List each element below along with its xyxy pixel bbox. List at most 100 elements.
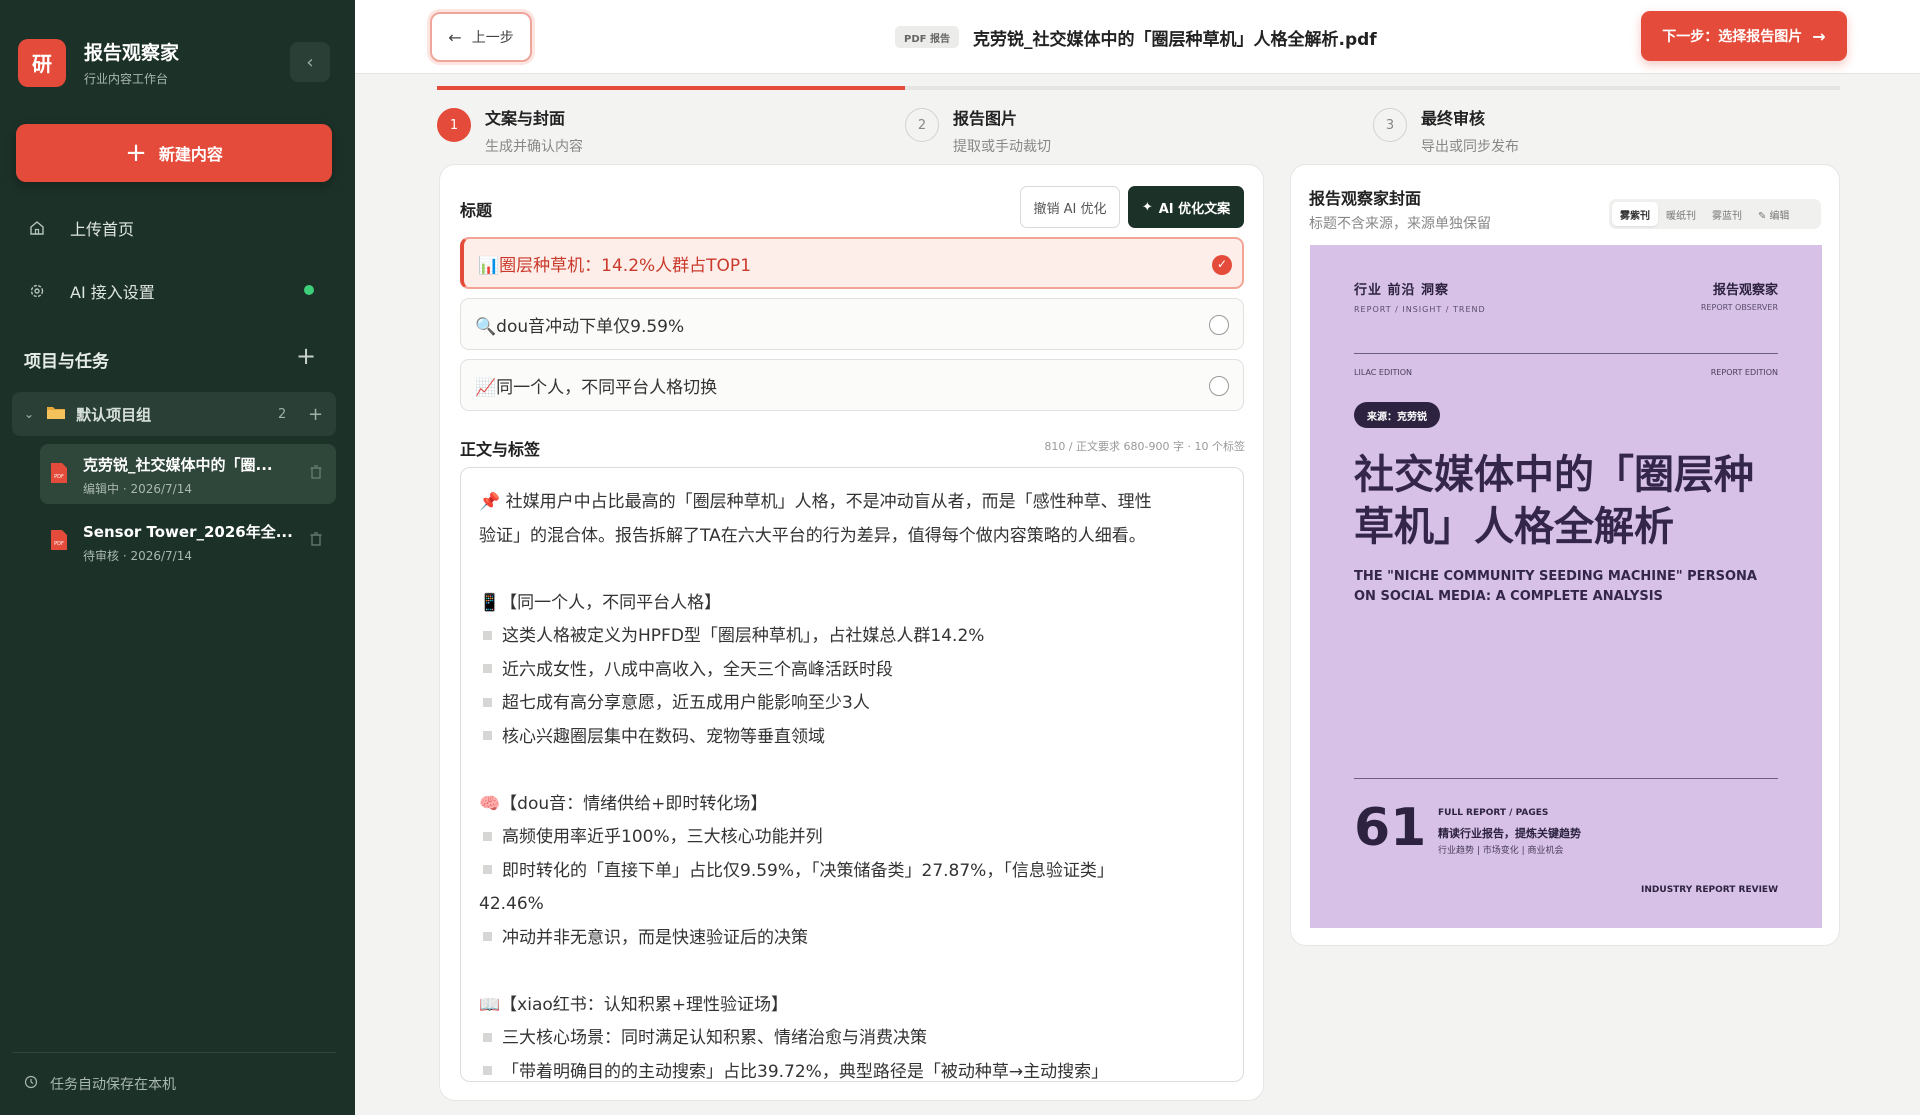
pdf-file-icon: PDF [50, 462, 68, 484]
body-bullet-line: 高频使用率近乎100%，三大核心功能并列 [479, 821, 1225, 855]
task-item[interactable]: PDF 克劳锐_社交媒体中的「圈... 编辑中 · 2026/7/14 [40, 444, 336, 504]
cover-edition-right: REPORT EDITION [1710, 368, 1778, 377]
theme-tab-lilac[interactable]: 雾紫刊 [1612, 202, 1658, 226]
body-line-text: 近六成女性，八成中高收入，全天三个高峰活跃时段 [502, 659, 893, 680]
back-button[interactable]: ← 上一步 [430, 12, 532, 62]
plus-icon: + [125, 138, 147, 168]
cover-panel-subtitle: 标题不含来源，来源单独保留 [1309, 216, 1491, 232]
trash-icon[interactable] [310, 531, 322, 550]
cover-preview-card: 报告观察家封面 标题不含来源，来源单独保留 雾紫刊 暖纸刊 雾蓝刊 ✎ 编辑 行… [1290, 164, 1840, 946]
cover-theme-tabs: 雾紫刊 暖纸刊 雾蓝刊 ✎ 编辑 [1609, 199, 1821, 229]
sidebar-divider [12, 1052, 336, 1053]
top-bar: ← 上一步 PDF 报告 克劳锐_社交媒体中的「圈层种草机」人格全解析.pdf … [355, 0, 1920, 74]
home-icon [28, 219, 46, 237]
task-item[interactable]: PDF Sensor Tower_2026年全... 待审核 · 2026/7/… [40, 511, 336, 571]
body-line-text: 三大核心场景：同时满足认知积累、情绪治愈与消费决策 [502, 1028, 927, 1048]
bullet-icon [483, 1032, 492, 1042]
nav-item-upload[interactable]: 上传首页 [28, 216, 134, 240]
svg-text:PDF: PDF [54, 474, 64, 480]
step-title: 最终审核 [1421, 109, 1486, 128]
nav-item-ai-settings[interactable]: AI 接入设置 [28, 279, 155, 303]
step-number: 3 [1373, 108, 1407, 142]
step-copy-cover[interactable]: 1 文案与封面 生成并确认内容 [437, 108, 583, 156]
project-group[interactable]: ⌄ 默认项目组 2 + [12, 392, 336, 436]
sidebar: 研 报告观察家 行业内容工作台 ‹ + 新建内容 上传首页 AI 接入设置 项目… [0, 0, 355, 1115]
body-line-text: 验证」的混合体。报告拆解了TA在六大平台的行为差异，值得每个做内容策略的人细看。 [479, 525, 1146, 546]
step-final-review[interactable]: 3 最终审核 导出或同步发布 [1373, 108, 1519, 156]
body-line-text: 超七成有高分享意愿，近五成用户能影响至少3人 [502, 693, 870, 713]
body-line-text: 📱【同一个人，不同平台人格】 [479, 592, 722, 613]
radio-icon[interactable] [1209, 376, 1229, 396]
add-project-button[interactable]: + [296, 344, 316, 368]
body-line [479, 955, 1225, 989]
cover-source-badge: 来源：克劳锐 [1354, 402, 1440, 428]
sparkle-icon: ✦ [1141, 199, 1153, 215]
body-line-text: 📖【xiao红书：认知积累+理性验证场】 [479, 994, 789, 1015]
radio-icon[interactable] [1209, 315, 1229, 335]
cover-tags-en: REPORT / INSIGHT / TREND [1354, 305, 1486, 314]
gear-icon [28, 282, 46, 300]
task-meta: 编辑中 · 2026/7/14 [83, 482, 192, 496]
cover-divider [1354, 778, 1778, 779]
task-title: 克劳锐_社交媒体中的「圈... [83, 456, 273, 474]
cover-page-count: 61 [1354, 798, 1427, 858]
body-line: 🧠【dou音：情绪供给+即时转化场】 [479, 788, 1225, 822]
trash-icon[interactable] [310, 464, 322, 483]
new-content-button[interactable]: + 新建内容 [16, 124, 332, 182]
body-bullet-line: 「带着明确目的的主动搜索」占比39.72%，典型路径是「被动种草→主动搜索」 [479, 1056, 1225, 1081]
ai-optimize-button[interactable]: ✦ AI 优化文案 [1128, 186, 1244, 228]
cover-review-label: INDUSTRY REPORT REVIEW [1641, 885, 1778, 895]
body-line: 📌 社媒用户中占比最高的「圈层种草机」人格，不是冲动盲从者，而是「感性种草、理性 [479, 486, 1225, 520]
step-progress-track [437, 86, 1840, 90]
body-line-text: 高频使用率近乎100%，三大核心功能并列 [502, 827, 823, 847]
app-logo: 研 [18, 38, 66, 87]
step-subtitle: 导出或同步发布 [1421, 139, 1519, 155]
brand: 研 报告观察家 行业内容工作台 [18, 38, 179, 87]
body-line: 42.46% [479, 888, 1225, 922]
brand-title: 报告观察家 [84, 42, 180, 64]
cover-divider [1354, 353, 1778, 354]
new-content-label: 新建内容 [158, 145, 223, 164]
title-option[interactable]: 📊圈层种草机：14.2%人群占TOP1 [460, 237, 1244, 289]
cover-full-report: FULL REPORT / PAGES [1438, 808, 1549, 818]
nav-item-label: 上传首页 [70, 220, 135, 239]
cover-brand: 报告观察家 [1712, 283, 1778, 298]
title-option[interactable]: 📈同一个人，不同平台人格切换 [460, 359, 1244, 411]
body-bullet-line: 核心兴趣圈层集中在数码、宠物等垂直领域 [479, 721, 1225, 755]
ai-status-dot [304, 285, 314, 295]
body-line-text: 🧠【dou音：情绪供给+即时转化场】 [479, 793, 768, 814]
collapse-sidebar-button[interactable]: ‹ [290, 42, 330, 82]
project-group-name: 默认项目组 [76, 405, 152, 424]
file-type-badge: PDF 报告 [895, 26, 959, 48]
next-step-button[interactable]: 下一步：选择报告图片 → [1641, 11, 1847, 61]
body-line: 验证」的混合体。报告拆解了TA在六大平台的行为差异，值得每个做内容策略的人细看。 [479, 520, 1225, 554]
step-title: 文案与封面 [485, 109, 566, 128]
title-option-text: 📈同一个人，不同平台人格切换 [475, 377, 718, 398]
step-number: 2 [905, 108, 939, 142]
add-task-button[interactable]: + [308, 404, 323, 425]
radio-checked-icon[interactable] [1212, 255, 1232, 275]
next-label: 下一步：选择报告图片 [1662, 29, 1803, 45]
bullet-icon [483, 697, 492, 707]
arrow-right-icon: → [1812, 26, 1826, 46]
step-title: 报告图片 [953, 109, 1018, 128]
body-line-text: 📌 社媒用户中占比最高的「圈层种草机」人格，不是冲动盲从者，而是「感性种草、理性 [479, 492, 1152, 512]
undo-ai-button[interactable]: 撤销 AI 优化 [1020, 186, 1120, 228]
cover-tags: 行业 前沿 洞察 [1354, 283, 1450, 298]
step-report-images[interactable]: 2 报告图片 提取或手动裁切 [905, 108, 1051, 156]
step-number: 1 [437, 108, 471, 142]
body-textarea[interactable]: 📌 社媒用户中占比最高的「圈层种草机」人格，不是冲动盲从者，而是「感性种草、理性… [460, 467, 1244, 1082]
arrow-left-icon: ← [448, 27, 462, 47]
body-line-text: 这类人格被定义为HPFD型「圈层种草机」，占社媒总人群14.2% [502, 626, 985, 646]
body-bullet-line: 近六成女性，八成中高收入，全天三个高峰活跃时段 [479, 654, 1225, 688]
theme-tab-warm-paper[interactable]: 暖纸刊 [1658, 202, 1704, 226]
cover-brand-en: REPORT OBSERVER [1700, 303, 1778, 312]
cover-image[interactable]: 行业 前沿 洞察 REPORT / INSIGHT / TREND 报告观察家 … [1310, 245, 1822, 928]
cover-tagline: 精读行业报告，提炼关键趋势 [1438, 827, 1581, 840]
body-word-count: 810 / 正文要求 680-900 字 · 10 个标签 [1044, 440, 1245, 453]
chevron-left-icon: ‹ [306, 51, 314, 73]
project-group-count: 2 [278, 406, 287, 422]
title-option[interactable]: 🔍dou音冲动下单仅9.59% [460, 298, 1244, 350]
edit-cover-button[interactable]: ✎ 编辑 [1750, 202, 1798, 226]
theme-tab-mist-blue[interactable]: 雾蓝刊 [1704, 202, 1750, 226]
